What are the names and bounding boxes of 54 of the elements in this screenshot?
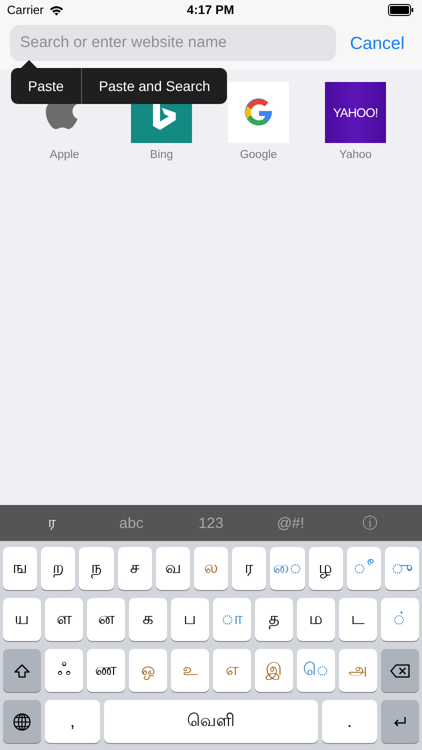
keyboard-key[interactable]: ◌ெ (297, 649, 335, 692)
cancel-button[interactable]: Cancel (350, 25, 404, 61)
keyboard-key[interactable]: ழ (308, 547, 343, 590)
keyboard-key[interactable]: ட (339, 598, 377, 641)
favorite-label[interactable]: Yahoo (339, 149, 372, 161)
keyboard-key[interactable]: எ (213, 649, 251, 692)
carrier-label: Carrier (7, 3, 44, 17)
keyboard-key[interactable]: ந (79, 547, 114, 590)
clock-time: 4:17 PM (186, 3, 234, 17)
keyboard-key[interactable]: ர (232, 547, 266, 590)
favorite-label[interactable]: Apple (50, 149, 80, 161)
keyboard-key[interactable]: ◌் (381, 598, 419, 641)
keyboard-key[interactable]: வ (156, 547, 190, 590)
menu-item[interactable]: Paste (11, 68, 81, 104)
keyboard-key[interactable]: ம (297, 598, 335, 641)
shift-icon (14, 662, 30, 678)
battery-icon (388, 4, 414, 16)
menu-item[interactable]: Paste and Search (80, 68, 228, 104)
delete-key[interactable] (381, 649, 419, 692)
keyboard-key[interactable]: ள (45, 598, 83, 641)
keyboard-key[interactable]: ◌ு (384, 547, 420, 590)
keyboard-key[interactable]: த (255, 598, 293, 641)
keyboard-key[interactable]: ல (194, 547, 228, 590)
globe-key[interactable] (3, 700, 41, 743)
keyboard-key[interactable]: க (129, 598, 167, 641)
yahoo-logo-tile[interactable]: YAHOO! (325, 82, 386, 143)
keyboard-key[interactable]: , (45, 700, 100, 743)
keyboard-key[interactable]: இ (255, 649, 293, 692)
keyboard-key[interactable]: ன (87, 598, 125, 641)
keyboard-key[interactable]: ற (41, 547, 76, 590)
keyboard-key[interactable]: ஒ (129, 649, 167, 692)
delete-icon (390, 662, 410, 678)
keyboard-tab[interactable]: ர (32, 514, 72, 532)
keyboard-key[interactable]: ஃ (45, 649, 83, 692)
keyboard-key[interactable]: அ (339, 649, 377, 692)
globe-icon (13, 712, 31, 730)
keyboard-key[interactable]: . (322, 700, 377, 743)
keyboard-key[interactable]: ய (3, 598, 41, 641)
favorite-label[interactable]: Google (240, 149, 278, 161)
keyboard-key[interactable]: ச (118, 547, 152, 590)
google-logo-icon[interactable] (228, 82, 289, 143)
keyboard-key[interactable]: ◌ை (270, 547, 304, 590)
keyboard-key[interactable]: ண (87, 649, 125, 692)
wifi-icon (48, 4, 64, 16)
return-icon (393, 715, 407, 728)
shift-key[interactable] (3, 649, 41, 692)
keyboard-key[interactable]: ◌ா (213, 598, 251, 641)
favorite-label[interactable]: Bing (150, 149, 174, 161)
search-field[interactable]: Search or enter website name (10, 25, 336, 61)
keyboard-key[interactable]: ◌ீ (346, 547, 381, 590)
space-key[interactable]: வெளி (104, 700, 318, 743)
keyboard-key[interactable]: உ (171, 649, 209, 692)
keyboard-key[interactable]: ங (3, 547, 38, 590)
keyboard-key[interactable]: ப (171, 598, 209, 641)
